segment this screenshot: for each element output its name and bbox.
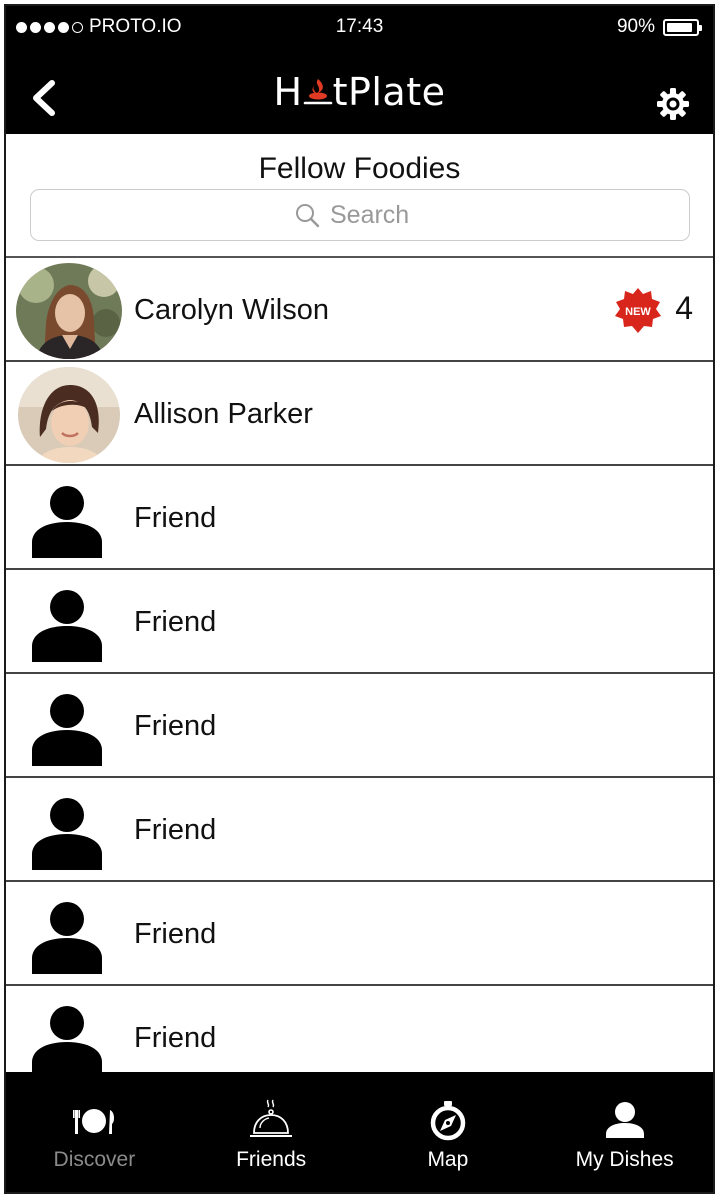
tab-discover[interactable]: Discover xyxy=(6,1072,183,1192)
logo-text-suffix: tPlate xyxy=(332,70,446,114)
avatar-photo xyxy=(16,263,122,359)
new-badge-icon: NEW xyxy=(615,288,661,333)
friend-name: Friend xyxy=(134,1022,217,1054)
battery-fill xyxy=(667,22,693,32)
person-icon xyxy=(32,486,102,558)
friend-name: Friend xyxy=(134,918,217,950)
tab-friends[interactable]: Friends xyxy=(183,1072,360,1192)
new-badge-label: NEW xyxy=(625,306,651,318)
nav-bar: H tPlate xyxy=(6,46,713,134)
tab-bar: Discover Friends Map My Dishes xyxy=(6,1072,713,1192)
status-right: 90% xyxy=(616,16,702,38)
tab-my-dishes[interactable]: My Dishes xyxy=(536,1072,713,1192)
search-bar[interactable] xyxy=(30,189,690,241)
tab-label: Discover xyxy=(53,1148,136,1171)
search-input[interactable] xyxy=(330,200,426,230)
battery-percent: 90% xyxy=(616,16,655,37)
friend-name: Carolyn Wilson xyxy=(134,294,329,326)
search-icon xyxy=(296,204,320,228)
tab-map[interactable]: Map xyxy=(360,1072,537,1192)
avatar-photo xyxy=(18,367,120,463)
friend-list: Carolyn Wilson NEW 4 Allison Parker Frie… xyxy=(6,256,713,1088)
logo-text-prefix: H xyxy=(273,70,303,114)
tab-label: Friends xyxy=(236,1148,307,1171)
friend-row[interactable]: Friend xyxy=(6,464,713,568)
friend-name: Friend xyxy=(134,710,217,742)
settings-button[interactable] xyxy=(655,86,691,122)
person-icon xyxy=(605,1102,644,1138)
friend-name: Friend xyxy=(134,814,217,846)
cloche-icon xyxy=(250,1099,293,1137)
new-badge: NEW xyxy=(613,286,663,336)
person-icon xyxy=(32,1006,102,1078)
person-icon xyxy=(32,798,102,870)
plate-fork-knife-icon xyxy=(73,1109,115,1134)
friend-row[interactable]: Friend xyxy=(6,880,713,984)
tab-label: My Dishes xyxy=(575,1148,674,1171)
friend-row[interactable]: Allison Parker xyxy=(6,360,713,464)
avatar-photo-art xyxy=(16,263,122,359)
avatar-photo-art xyxy=(18,367,120,463)
status-bar: PROTO.IO 17:43 90% xyxy=(6,6,713,46)
friend-row[interactable]: Friend xyxy=(6,776,713,880)
friend-name: Friend xyxy=(134,502,217,534)
phone-screen: PROTO.IO 17:43 90% H tPlate Fellow Foodi… xyxy=(4,4,715,1194)
flame-pot-icon xyxy=(303,79,332,105)
person-icon xyxy=(32,902,102,974)
status-time: 17:43 xyxy=(335,16,384,37)
person-icon xyxy=(32,590,102,662)
page-title: Fellow Foodies xyxy=(258,152,461,185)
compass-icon xyxy=(430,1101,466,1141)
battery-icon xyxy=(663,18,702,36)
tab-label: Map xyxy=(427,1148,469,1171)
gear-icon xyxy=(657,88,689,120)
friend-name: Allison Parker xyxy=(134,398,313,430)
friend-row[interactable]: Friend xyxy=(6,568,713,672)
app-logo: H tPlate xyxy=(6,70,713,114)
badge-count: 4 xyxy=(675,290,693,326)
friend-name: Friend xyxy=(134,606,217,638)
friend-row[interactable]: Friend xyxy=(6,672,713,776)
friend-row[interactable]: Carolyn Wilson NEW 4 xyxy=(6,256,713,360)
person-icon xyxy=(32,694,102,766)
